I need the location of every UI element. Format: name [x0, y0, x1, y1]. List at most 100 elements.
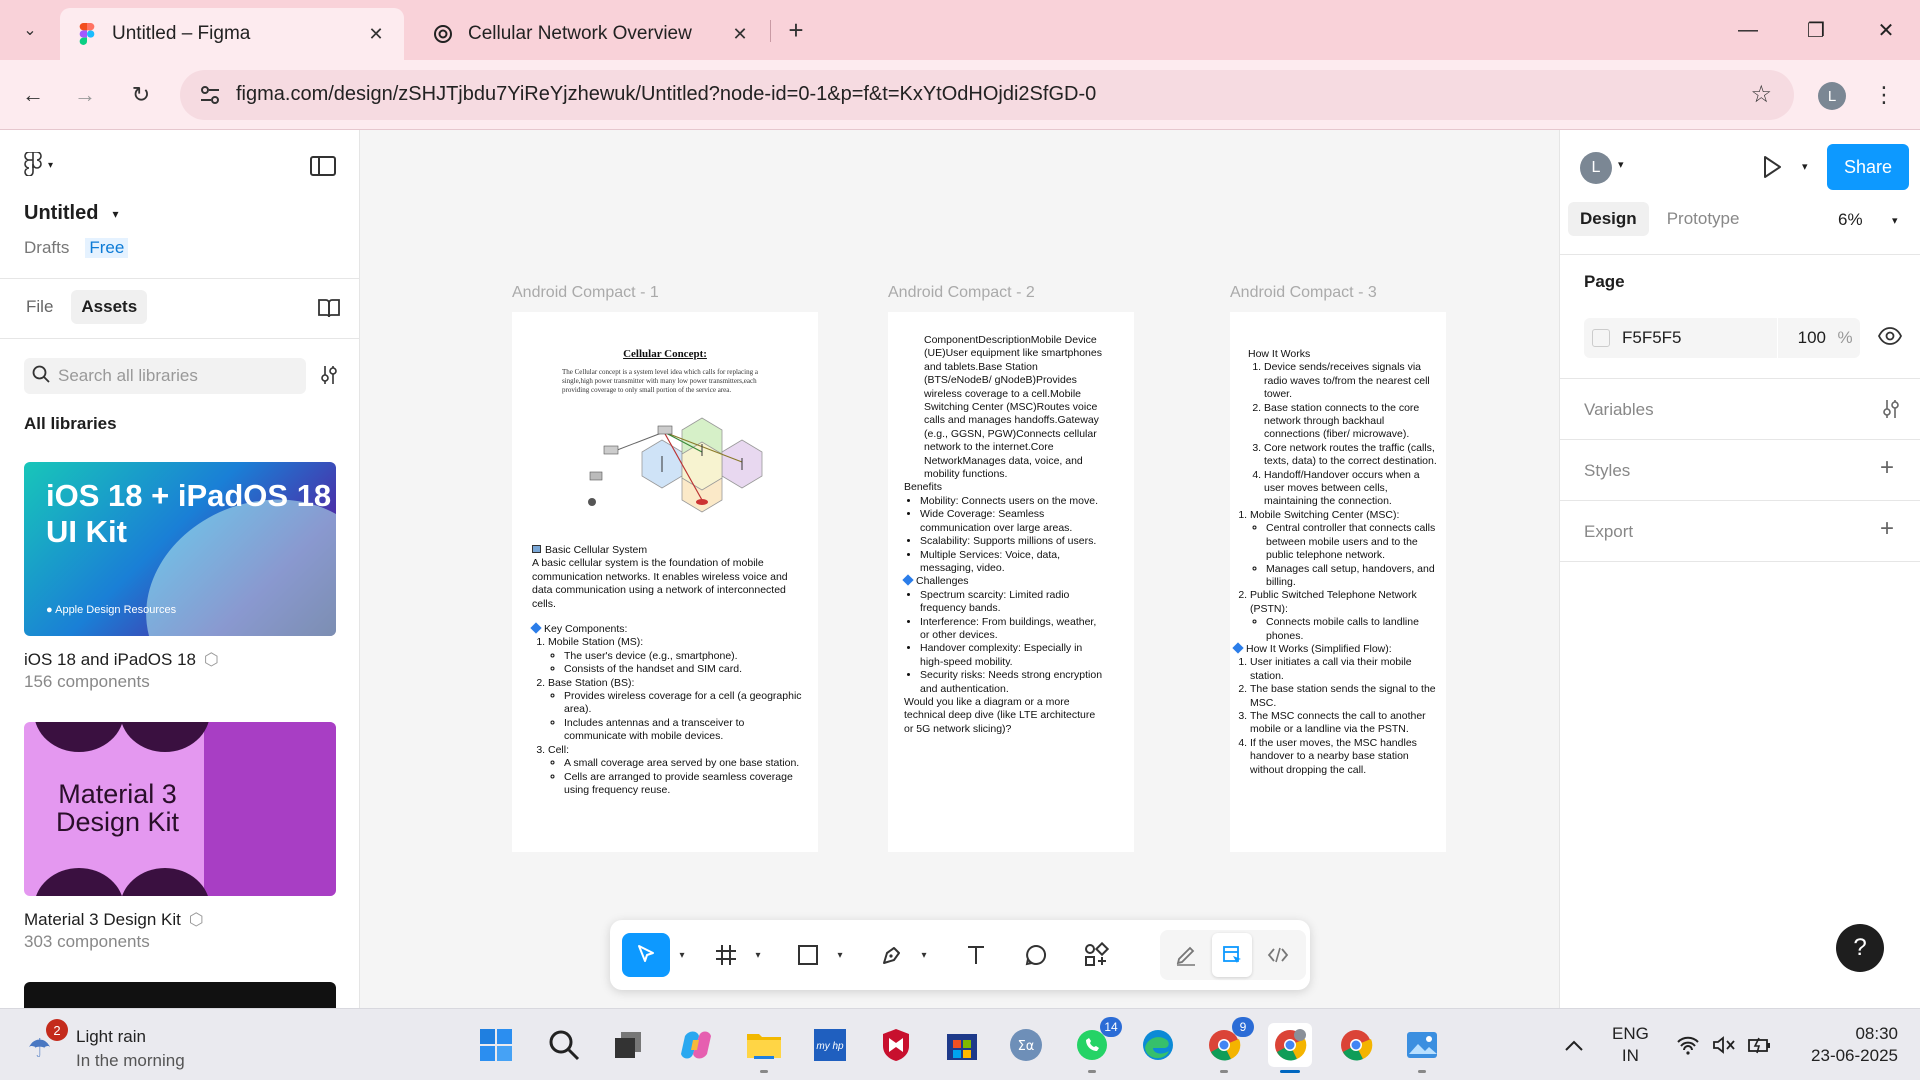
page-color-field[interactable]: F5F5F5 100 %: [1584, 318, 1860, 358]
actions-tool-button[interactable]: [1076, 933, 1116, 977]
close-tab-icon[interactable]: ✕: [364, 22, 388, 46]
add-style-plus-icon[interactable]: +: [1880, 454, 1894, 482]
chevron-down-icon[interactable]: ▾: [1802, 160, 1808, 173]
frame-label[interactable]: Android Compact - 1: [512, 284, 659, 302]
variables-section[interactable]: Variables: [1584, 400, 1654, 420]
windows-start-icon[interactable]: [474, 1023, 518, 1067]
card-decoration: [120, 722, 210, 752]
design-mode-button[interactable]: [1212, 933, 1252, 977]
battery-charging-icon[interactable]: [1738, 1023, 1782, 1067]
browser-menu-icon[interactable]: ⋮: [1872, 78, 1896, 112]
language-indicator[interactable]: ENG IN: [1612, 1023, 1649, 1067]
frame-tool-chevron-icon[interactable]: ▾: [748, 933, 764, 977]
dev-mode-button[interactable]: [1258, 933, 1298, 977]
chrome-active-icon[interactable]: [1268, 1023, 1312, 1073]
draw-mode-button[interactable]: [1166, 933, 1206, 977]
plan-badge[interactable]: Free: [85, 238, 129, 258]
library-book-icon[interactable]: [318, 298, 340, 324]
shape-tool-chevron-icon[interactable]: ▾: [830, 933, 846, 977]
microsoft-store-icon[interactable]: [940, 1023, 984, 1067]
library-card-material3[interactable]: Material 3 Design Kit: [24, 722, 336, 896]
toggle-sidebar-icon[interactable]: [310, 156, 336, 176]
present-play-icon[interactable]: [1760, 154, 1784, 185]
move-tool-button[interactable]: [622, 933, 670, 977]
copilot-icon[interactable]: [674, 1023, 718, 1067]
task-view-icon[interactable]: [606, 1023, 650, 1067]
pen-tool-chevron-icon[interactable]: ▾: [914, 933, 930, 977]
search-input[interactable]: [58, 366, 288, 386]
page-opacity-value[interactable]: 100: [1778, 328, 1830, 348]
system-clock[interactable]: 08:30 23-06-2025: [1798, 1023, 1898, 1067]
library-search[interactable]: [24, 358, 306, 394]
library-name[interactable]: iOS 18 and iPadOS 18 ⬡: [24, 650, 219, 670]
page-color-hex[interactable]: F5F5F5: [1622, 328, 1777, 348]
minimize-icon[interactable]: —: [1728, 14, 1768, 46]
tab-search-chevron-icon[interactable]: ⌄: [14, 14, 46, 46]
new-tab-plus-icon[interactable]: +: [780, 14, 812, 46]
frame-tool-button[interactable]: [706, 933, 746, 977]
whatsapp-icon[interactable]: 14: [1070, 1017, 1122, 1073]
page-section-title: Page: [1584, 272, 1625, 291]
rectangle-tool-button[interactable]: [788, 933, 828, 977]
weather-widget[interactable]: ☂ 2 Light rain In the morning: [24, 1019, 224, 1071]
design-canvas[interactable]: Android Compact - 1 Cellular Concept: Th…: [361, 130, 1559, 1008]
comment-tool-button[interactable]: [1016, 933, 1056, 977]
tab-assets[interactable]: Assets: [71, 290, 148, 324]
frame-label[interactable]: Android Compact - 3: [1230, 284, 1377, 302]
mcafee-icon[interactable]: [874, 1023, 918, 1067]
zoom-level[interactable]: 6%: [1838, 210, 1863, 230]
chrome-icon[interactable]: [1334, 1023, 1378, 1067]
photos-icon[interactable]: [1400, 1023, 1444, 1073]
tab-file[interactable]: File: [16, 290, 63, 324]
show-hidden-icons-chevron-icon[interactable]: [1552, 1023, 1596, 1067]
filter-sliders-icon[interactable]: [318, 364, 340, 386]
myhp-icon[interactable]: my hp: [808, 1023, 852, 1067]
edge-icon[interactable]: [1136, 1023, 1180, 1067]
list-item: Spectrum scarcity: Limited radio frequen…: [920, 589, 1104, 616]
text-tool-button[interactable]: [956, 933, 996, 977]
url-text[interactable]: figma.com/design/zSHJTjbdu7YiReYjzhewuk/…: [236, 83, 1096, 106]
export-section[interactable]: Export: [1584, 522, 1633, 542]
close-tab-icon[interactable]: ✕: [728, 22, 752, 46]
back-arrow-icon[interactable]: ←: [14, 76, 52, 114]
search-icon[interactable]: [542, 1023, 586, 1067]
tab-design[interactable]: Design: [1568, 202, 1649, 236]
chevron-down-icon[interactable]: ▾: [1618, 158, 1624, 171]
library-card-ios18[interactable]: iOS 18 + iPadOS 18 UI Kit ● Apple Design…: [24, 462, 336, 636]
help-button[interactable]: ?: [1836, 924, 1884, 972]
variables-sliders-icon[interactable]: [1880, 398, 1902, 427]
tab-chatgpt[interactable]: Cellular Network Overview ✕: [416, 8, 768, 60]
move-tool-chevron-icon[interactable]: ▾: [672, 933, 688, 977]
color-swatch[interactable]: [1592, 329, 1610, 347]
chevron-down-icon[interactable]: ▾: [1892, 214, 1898, 227]
drafts-link[interactable]: Drafts: [24, 238, 69, 258]
math-solver-icon[interactable]: Σα: [1004, 1023, 1048, 1067]
chrome-profile-icon[interactable]: 9: [1202, 1017, 1254, 1073]
main-menu-button[interactable]: ▾: [24, 151, 53, 179]
how-it-works-list: Device sends/receives signals via radio …: [1248, 361, 1438, 508]
eye-visibility-icon[interactable]: [1877, 326, 1903, 351]
bookmark-star-icon[interactable]: ☆: [1750, 80, 1772, 109]
frame-android-compact-1[interactable]: Cellular Concept: The Cellular concept i…: [512, 312, 818, 852]
frame-android-compact-3[interactable]: How It Works Device sends/receives signa…: [1230, 312, 1446, 852]
tab-figma[interactable]: Untitled – Figma ✕: [60, 8, 404, 60]
frame-label[interactable]: Android Compact - 2: [888, 284, 1035, 302]
frame-android-compact-2[interactable]: ComponentDescriptionMobile Device (UE)Us…: [888, 312, 1134, 852]
file-name-dropdown[interactable]: Untitled ▾: [24, 202, 118, 225]
close-window-icon[interactable]: ✕: [1866, 14, 1906, 46]
user-avatar[interactable]: L: [1580, 152, 1612, 184]
site-settings-icon[interactable]: [198, 83, 222, 107]
url-omnibox[interactable]: figma.com/design/zSHJTjbdu7YiReYjzhewuk/…: [180, 70, 1794, 120]
add-export-plus-icon[interactable]: +: [1880, 515, 1894, 543]
styles-section[interactable]: Styles: [1584, 461, 1630, 481]
reload-icon[interactable]: ↻: [122, 76, 160, 114]
pen-tool-button[interactable]: [872, 933, 912, 977]
library-name[interactable]: Material 3 Design Kit ⬡: [24, 910, 204, 930]
browser-profile-avatar[interactable]: L: [1818, 82, 1846, 110]
restore-icon[interactable]: ❐: [1796, 14, 1836, 46]
tab-prototype[interactable]: Prototype: [1655, 202, 1752, 236]
file-explorer-icon[interactable]: [742, 1023, 786, 1073]
forward-arrow-icon[interactable]: →: [66, 76, 104, 114]
divider: [0, 278, 360, 279]
share-button[interactable]: Share: [1827, 144, 1909, 190]
